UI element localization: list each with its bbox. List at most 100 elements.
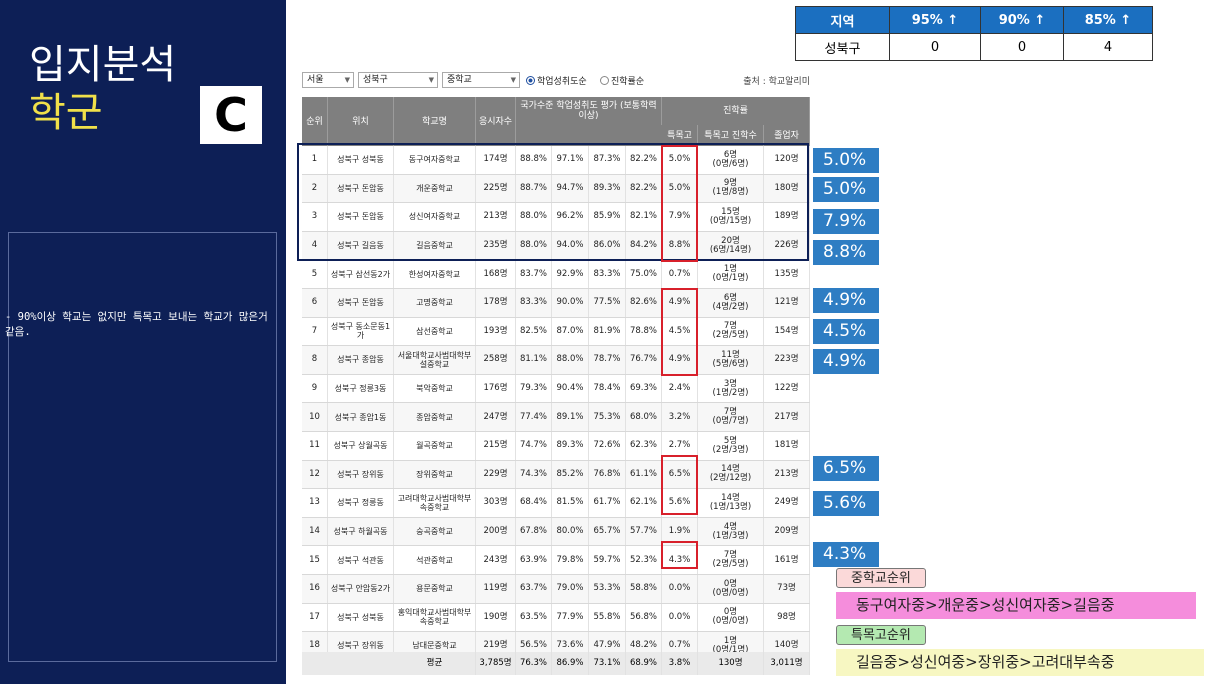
table-row: 12 성북구 장위동 장위중학교 229명 74.3% 85.2% 76.8% 61.1% 6.…	[302, 460, 810, 490]
cell-n: 243명	[476, 546, 516, 574]
cell-rate: 0.0%	[662, 603, 698, 632]
cell-b: 87.0%	[552, 317, 589, 346]
cell-loc: 성북구 상월곡동	[328, 432, 394, 460]
footer-cell: 76.3%	[516, 652, 552, 675]
cell-b: 79.0%	[552, 575, 589, 603]
cell-school: 숭곡중학교	[394, 517, 476, 546]
cell-school: 종암중학교	[394, 403, 476, 431]
summary-table: 지역 95% ↑ 90% ↑ 85% ↑ 성북구 0 0 4	[795, 6, 1153, 61]
cell-loc: 성북구 종암1동	[328, 403, 394, 431]
cell-count-detail: (0명/0명)	[712, 587, 749, 598]
cell-n: 168명	[476, 260, 516, 288]
cell-d: 76.7%	[626, 346, 662, 374]
header-rank: 순위	[302, 97, 328, 146]
header-applicants: 응시자수	[476, 97, 516, 146]
cell-n: 247명	[476, 403, 516, 431]
cell-rank: 8	[302, 346, 328, 374]
cell-c: 59.7%	[589, 546, 626, 574]
cell-rank: 9	[302, 374, 328, 403]
cell-loc: 성북구 성북동	[328, 603, 394, 632]
level-select[interactable]: 중학교 ▼	[442, 72, 520, 88]
region-select[interactable]: 서울 ▼	[302, 72, 354, 88]
red-highlight-box	[661, 288, 698, 376]
note-box	[8, 232, 277, 662]
cell-loc: 성북구 안암동2가	[328, 575, 394, 603]
cell-loc: 성북구 종암동	[328, 346, 394, 374]
cell-a: 63.9%	[516, 546, 552, 574]
radio-checked-icon	[526, 76, 535, 85]
cell-rate: 3.2%	[662, 403, 698, 431]
chevron-down-icon: ▼	[344, 76, 350, 84]
summary-cell: 4	[1063, 33, 1153, 61]
cell-cnt: 1명 (0명/1명)	[698, 260, 764, 288]
cell-a: 79.3%	[516, 374, 552, 403]
slide-title: 입지분석	[29, 42, 177, 88]
cell-cnt: 5명 (2명/3명)	[698, 432, 764, 460]
cell-rank: 6	[302, 289, 328, 317]
cell-c: 61.7%	[589, 489, 626, 517]
cell-cnt: 3명 (1명/2명)	[698, 374, 764, 403]
cell-a: 68.4%	[516, 489, 552, 517]
cell-b: 85.2%	[552, 460, 589, 489]
cell-n: 193명	[476, 317, 516, 346]
cell-c: 53.3%	[589, 575, 626, 603]
summary-cell: 0	[889, 33, 981, 61]
summary-header: 90% ↑	[980, 6, 1064, 34]
red-highlight-box	[661, 145, 698, 262]
cell-count-detail: (1명/3명)	[712, 530, 749, 541]
district-select[interactable]: 성북구 ▼	[358, 72, 438, 88]
cell-d: 62.1%	[626, 489, 662, 517]
cell-d: 61.1%	[626, 460, 662, 489]
middle-school-rank-tag: 중학교순위	[836, 568, 926, 588]
radio-label: 진학률순	[611, 77, 645, 87]
cell-grad: 98명	[764, 603, 810, 632]
cell-c: 55.8%	[589, 603, 626, 632]
header-location: 위치	[328, 97, 394, 146]
cell-grad: 121명	[764, 289, 810, 317]
cell-n: 303명	[476, 489, 516, 517]
cell-grad: 73명	[764, 575, 810, 603]
radio-achievement[interactable]: 학업성취도순	[526, 74, 587, 87]
cell-count-detail: (4명/2명)	[712, 301, 749, 312]
cell-a: 77.4%	[516, 403, 552, 431]
callout-rate: 5.0%	[813, 177, 879, 202]
footer-cell: 73.1%	[589, 652, 626, 675]
table-row: 9 성북구 정릉3동 북악중학교 176명 79.3% 90.4% 78.4% 69.3% 2.…	[302, 374, 810, 404]
middle-school-rank-text: 동구여자중>개운중>성신여자중>길음중	[836, 592, 1196, 619]
footer-cell: 130명	[698, 652, 764, 675]
cell-count-detail: (2명/5명)	[712, 330, 749, 341]
callout-rate: 4.9%	[813, 349, 879, 374]
radio-advance[interactable]: 진학률순	[600, 74, 644, 87]
cell-d: 75.0%	[626, 260, 662, 288]
callout-rate: 8.8%	[813, 240, 879, 265]
cell-a: 83.7%	[516, 260, 552, 288]
cell-count-detail: (2명/3명)	[712, 444, 749, 455]
cell-c: 78.7%	[589, 346, 626, 374]
table-footer: 평균 3,785명 76.3% 86.9% 73.1% 68.9% 3.8% 1…	[302, 652, 810, 675]
radio-label: 학업성취도순	[537, 77, 587, 87]
cell-school: 월곡중학교	[394, 432, 476, 460]
cell-loc: 성북구 하월곡동	[328, 517, 394, 546]
cell-school: 장위중학교	[394, 460, 476, 489]
cell-n: 190명	[476, 603, 516, 632]
cell-c: 78.4%	[589, 374, 626, 403]
cell-a: 74.3%	[516, 460, 552, 489]
cell-b: 79.8%	[552, 546, 589, 574]
summary-header: 95% ↑	[889, 6, 981, 34]
cell-c: 75.3%	[589, 403, 626, 431]
cell-count-detail: (5명/6명)	[712, 358, 749, 369]
cell-count-detail: (0명/1명)	[712, 273, 749, 284]
cell-d: 78.8%	[626, 317, 662, 346]
cell-school: 용문중학교	[394, 575, 476, 603]
callout-rate: 4.9%	[813, 288, 879, 313]
cell-n: 119명	[476, 575, 516, 603]
header-school: 학교명	[394, 97, 476, 146]
cell-b: 88.0%	[552, 346, 589, 374]
cell-n: 215명	[476, 432, 516, 460]
cell-grad: 135명	[764, 260, 810, 288]
table-row: 15 성북구 석관동 석관중학교 243명 63.9% 79.8% 59.7% 52.3% 4.…	[302, 546, 810, 575]
footer-cell: 3,785명	[476, 652, 516, 675]
cell-rate: 0.0%	[662, 575, 698, 603]
cell-c: 81.9%	[589, 317, 626, 346]
cell-rank: 15	[302, 546, 328, 574]
